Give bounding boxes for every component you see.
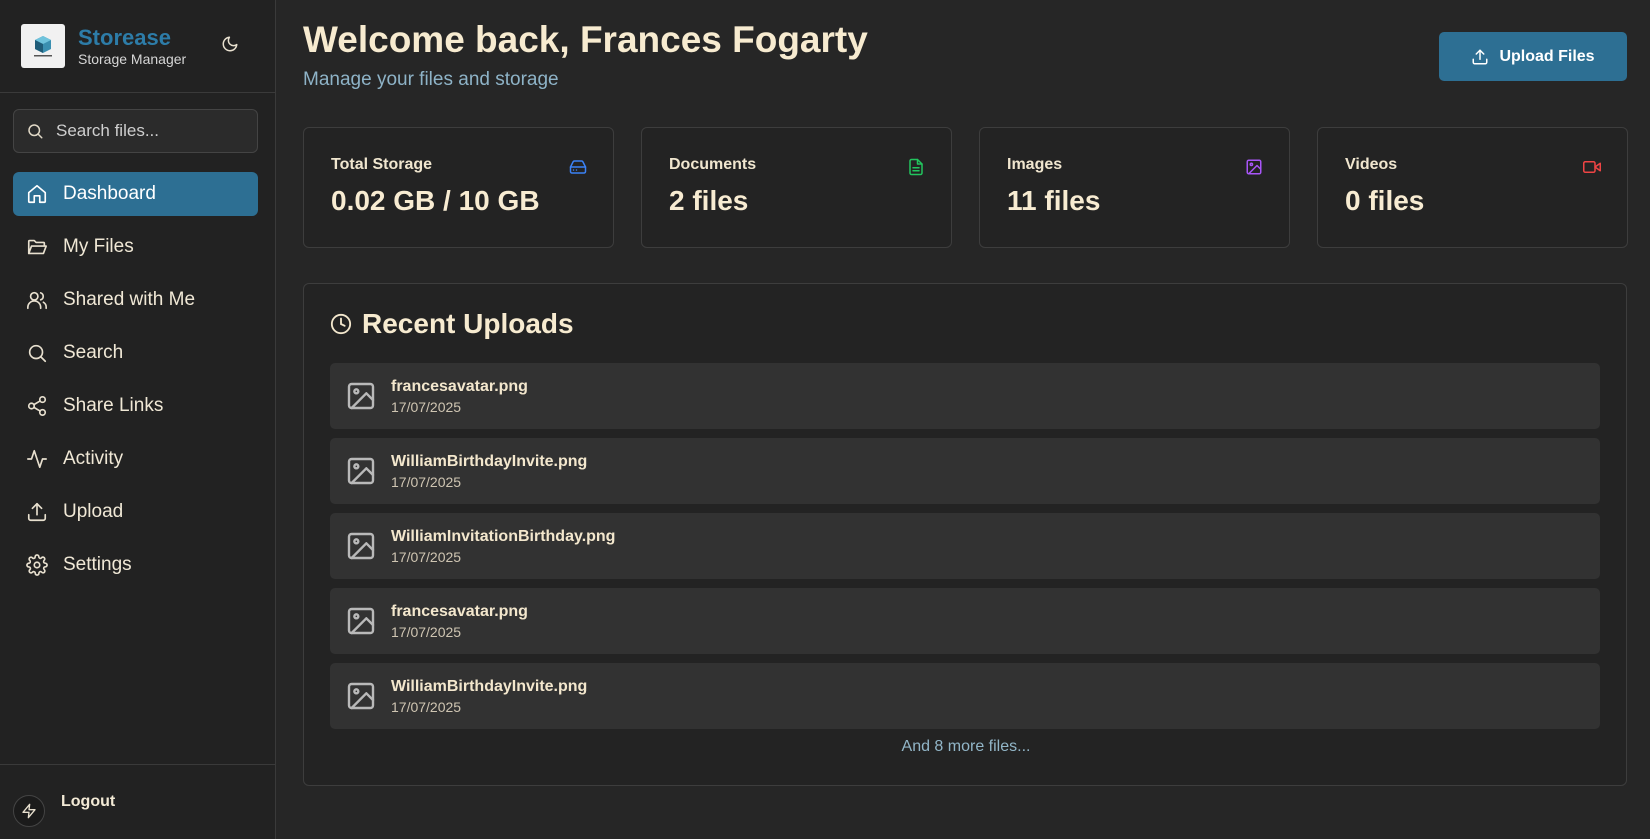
page-subtitle: Manage your files and storage — [303, 69, 559, 90]
file-name: WilliamBirthdayInvite.png — [391, 677, 588, 695]
brand-header: Storease Storage Manager — [0, 0, 275, 93]
stat-value: 11 files — [1007, 185, 1101, 216]
sidebar-item-label: Share Links — [63, 395, 164, 416]
file-date: 17/07/2025 — [391, 698, 462, 715]
sidebar-item-label: Shared with Me — [63, 289, 196, 310]
sidebar-item-activity[interactable]: Activity — [13, 437, 258, 481]
hard-drive-icon — [569, 160, 587, 174]
file-date: 17/07/2025 — [391, 473, 462, 490]
sidebar-item-search[interactable]: Search — [13, 331, 258, 375]
gear-icon — [25, 553, 49, 577]
activity-icon — [25, 447, 49, 471]
image-file-icon — [347, 607, 375, 635]
search-box — [13, 109, 258, 153]
file-name: WilliamBirthdayInvite.png — [391, 452, 588, 470]
list-item[interactable]: francesavatar.png 17/07/2025 — [330, 588, 1600, 654]
sidebar: Storease Storage Manager Dashboard — [0, 0, 276, 839]
sidebar-item-my-files[interactable]: My Files — [13, 225, 258, 269]
stat-title: Documents — [669, 156, 757, 173]
upload-icon — [25, 500, 49, 524]
video-icon — [1583, 161, 1601, 173]
sidebar-item-label: My Files — [63, 236, 134, 257]
stat-value: 0.02 GB / 10 GB — [331, 185, 540, 216]
users-icon — [25, 288, 49, 312]
image-icon — [1246, 159, 1262, 175]
image-file-icon — [347, 532, 375, 560]
sidebar-item-settings[interactable]: Settings — [13, 543, 258, 587]
list-item[interactable]: WilliamBirthdayInvite.png 17/07/2025 — [330, 438, 1600, 504]
recent-uploads-header: Recent Uploads — [330, 308, 574, 340]
clock-icon — [330, 313, 352, 335]
logout-button[interactable]: Logout — [61, 793, 115, 811]
image-file-icon — [347, 382, 375, 410]
search-icon — [25, 341, 49, 365]
stat-value: 2 files — [669, 185, 749, 216]
stat-title: Images — [1007, 156, 1063, 173]
stat-value: 0 files — [1345, 185, 1425, 216]
sidebar-nav: Dashboard My Files Shared with Me Search — [13, 172, 263, 587]
sidebar-item-dashboard[interactable]: Dashboard — [13, 172, 258, 216]
image-file-icon — [347, 682, 375, 710]
more-files-link[interactable]: And 8 more files... — [304, 738, 1628, 756]
search-icon — [28, 124, 43, 139]
stat-title: Total Storage — [331, 156, 433, 173]
sidebar-item-share-links[interactable]: Share Links — [13, 384, 258, 428]
page-header: Welcome back, Frances Fogarty Manage you… — [303, 18, 868, 91]
recent-uploads-title: Recent Uploads — [362, 308, 574, 339]
home-icon — [25, 182, 49, 206]
recent-files-list: francesavatar.png 17/07/2025 WilliamBirt… — [330, 363, 1600, 738]
brand-subtitle: Storage Manager — [78, 50, 187, 67]
theme-toggle-button[interactable] — [218, 32, 242, 56]
stat-card-videos: Videos 0 files — [1317, 127, 1628, 248]
sidebar-item-shared-with-me[interactable]: Shared with Me — [13, 278, 258, 322]
bolt-icon — [22, 803, 36, 819]
stats-row: Total Storage 0.02 GB / 10 GB Documents … — [303, 127, 1628, 248]
stat-card-documents: Documents 2 files — [641, 127, 952, 248]
document-icon — [909, 158, 923, 176]
sidebar-item-label: Search — [63, 342, 124, 363]
sidebar-item-label: Upload — [63, 501, 124, 522]
moon-icon — [222, 36, 238, 52]
image-file-icon — [347, 457, 375, 485]
sidebar-item-label: Dashboard — [63, 183, 156, 204]
main-content: Welcome back, Frances Fogarty Manage you… — [276, 0, 1650, 839]
upload-files-button[interactable]: Upload Files — [1439, 32, 1627, 81]
upload-files-label: Upload Files — [1499, 47, 1595, 65]
search-input[interactable] — [56, 121, 236, 141]
file-date: 17/07/2025 — [391, 548, 462, 565]
file-name: WilliamInvitationBirthday.png — [391, 527, 616, 545]
app-logo — [21, 24, 65, 68]
list-item[interactable]: francesavatar.png 17/07/2025 — [330, 363, 1600, 429]
sidebar-item-label: Settings — [63, 554, 132, 575]
sidebar-footer: Logout — [0, 764, 276, 839]
stat-card-total-storage: Total Storage 0.02 GB / 10 GB — [303, 127, 614, 248]
share-icon — [25, 394, 49, 418]
page-title: Welcome back, Frances Fogarty — [303, 19, 868, 60]
file-name: francesavatar.png — [391, 377, 528, 395]
stat-card-images: Images 11 files — [979, 127, 1290, 248]
stat-title: Videos — [1345, 156, 1398, 173]
folder-open-icon — [25, 235, 49, 259]
file-date: 17/07/2025 — [391, 398, 462, 415]
recent-uploads-panel: Recent Uploads francesavatar.png 17/07/2… — [303, 283, 1627, 786]
bolt-button[interactable] — [13, 795, 45, 827]
brand-name: Storease — [78, 24, 171, 50]
file-name: francesavatar.png — [391, 602, 528, 620]
list-item[interactable]: WilliamInvitationBirthday.png 17/07/2025 — [330, 513, 1600, 579]
list-item[interactable]: WilliamBirthdayInvite.png 17/07/2025 — [330, 663, 1600, 729]
file-date: 17/07/2025 — [391, 623, 462, 640]
sidebar-item-label: Activity — [63, 448, 124, 469]
upload-icon — [1472, 49, 1488, 64]
sidebar-item-upload[interactable]: Upload — [13, 490, 258, 534]
app-root: Storease Storage Manager Dashboard — [0, 0, 1650, 839]
